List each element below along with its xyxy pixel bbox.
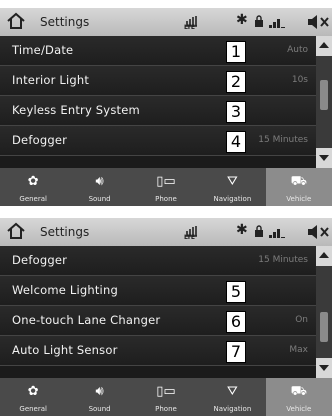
mute-icon[interactable]: [306, 223, 332, 241]
row-label: One-touch Lane Changer: [12, 313, 161, 327]
callout-number: 3: [226, 101, 246, 123]
phone-icon: ▯▭: [156, 384, 176, 399]
lte-signal-icon: LTE: [184, 12, 198, 32]
signal-strength-icon: [269, 229, 285, 238]
row-label: Keyless Entry System: [12, 103, 140, 117]
scroll-thumb[interactable]: [320, 312, 328, 342]
row-value: 15 Minutes: [258, 135, 308, 145]
settings-screen-top: Settings LTE ✱ Time/Date Auto Interior L…: [0, 8, 332, 206]
mute-icon[interactable]: [306, 13, 332, 31]
callout-number: 5: [226, 281, 246, 303]
tab-general[interactable]: ✿ General: [0, 168, 66, 206]
status-title: Settings: [40, 15, 90, 29]
lte-signal-icon: LTE: [184, 222, 198, 242]
tab-phone[interactable]: ▯▭ Phone: [133, 378, 199, 416]
scrollbar[interactable]: [316, 36, 332, 168]
row-label: Time/Date: [12, 43, 74, 57]
callout-number: 1: [226, 41, 246, 63]
settings-row-interior-light[interactable]: Interior Light 10s: [0, 66, 316, 96]
settings-row-welcome-lighting[interactable]: Welcome Lighting: [0, 276, 316, 306]
row-label: Defogger: [12, 133, 68, 147]
tab-general[interactable]: ✿ General: [0, 378, 66, 416]
tab-navigation[interactable]: ⛛ Navigation: [199, 378, 265, 416]
navigation-icon: ⛛: [226, 174, 238, 189]
home-icon[interactable]: [6, 12, 26, 30]
tab-bar: ✿ General 🔊︎ Sound ▯▭ Phone ⛛ Navigation…: [0, 168, 332, 206]
tab-vehicle[interactable]: ⛟ Vehicle: [265, 378, 332, 416]
speaker-icon: 🔊︎: [95, 384, 104, 399]
settings-row-auto-light-sensor[interactable]: Auto Light Sensor Max: [0, 336, 316, 366]
scroll-down-button[interactable]: [316, 358, 332, 378]
scroll-up-button[interactable]: [316, 36, 332, 56]
tab-phone[interactable]: ▯▭ Phone: [133, 168, 199, 206]
settings-row-keyless-entry[interactable]: Keyless Entry System: [0, 96, 316, 126]
status-bar: Settings LTE ✱: [0, 218, 332, 246]
tab-vehicle[interactable]: ⛟ Vehicle: [265, 168, 332, 206]
navigation-icon: ⛛: [226, 384, 238, 399]
row-label: Interior Light: [12, 73, 90, 87]
settings-row-defogger[interactable]: Defogger 15 Minutes: [0, 126, 316, 156]
row-label: Welcome Lighting: [12, 283, 118, 297]
scroll-up-button[interactable]: [316, 246, 332, 266]
settings-row-defogger[interactable]: Defogger 15 Minutes: [0, 246, 316, 276]
bluetooth-icon: ✱: [236, 12, 248, 28]
home-icon[interactable]: [6, 222, 26, 240]
phone-icon: ▯▭: [156, 174, 176, 189]
bluetooth-icon: ✱: [236, 222, 248, 238]
tab-navigation[interactable]: ⛛ Navigation: [199, 168, 265, 206]
row-value: Max: [289, 345, 308, 355]
tab-bar: ✿ General 🔊︎ Sound ▯▭ Phone ⛛ Navigation…: [0, 378, 332, 416]
status-bar: Settings LTE ✱: [0, 8, 332, 36]
speaker-icon: 🔊︎: [95, 174, 104, 189]
gear-icon: ✿: [27, 384, 39, 399]
callout-number: 4: [226, 131, 246, 153]
callout-number: 6: [226, 311, 246, 333]
callout-number: 7: [226, 341, 246, 363]
callout-number: 2: [226, 71, 246, 93]
scroll-thumb[interactable]: [320, 80, 328, 110]
row-value: 10s: [291, 75, 308, 85]
settings-screen-bottom: Settings LTE ✱ Defogger 15 Minutes Welco…: [0, 218, 332, 416]
gear-icon: ✿: [27, 174, 39, 189]
row-value: Auto: [287, 45, 308, 55]
row-value: On: [295, 315, 308, 325]
signal-strength-icon: [269, 19, 285, 28]
car-icon: ⛟: [290, 174, 307, 189]
settings-row-lane-changer[interactable]: One-touch Lane Changer On: [0, 306, 316, 336]
settings-row-time-date[interactable]: Time/Date Auto: [0, 36, 316, 66]
row-label: Auto Light Sensor: [12, 343, 118, 357]
tab-sound[interactable]: 🔊︎ Sound: [66, 168, 132, 206]
row-label: Defogger: [12, 253, 68, 267]
lock-icon: [255, 15, 263, 27]
scroll-down-button[interactable]: [316, 148, 332, 168]
status-title: Settings: [40, 225, 90, 239]
tab-sound[interactable]: 🔊︎ Sound: [66, 378, 132, 416]
car-icon: ⛟: [290, 384, 307, 399]
scrollbar[interactable]: [316, 246, 332, 378]
lock-icon: [255, 225, 263, 237]
row-value: 15 Minutes: [258, 255, 308, 265]
